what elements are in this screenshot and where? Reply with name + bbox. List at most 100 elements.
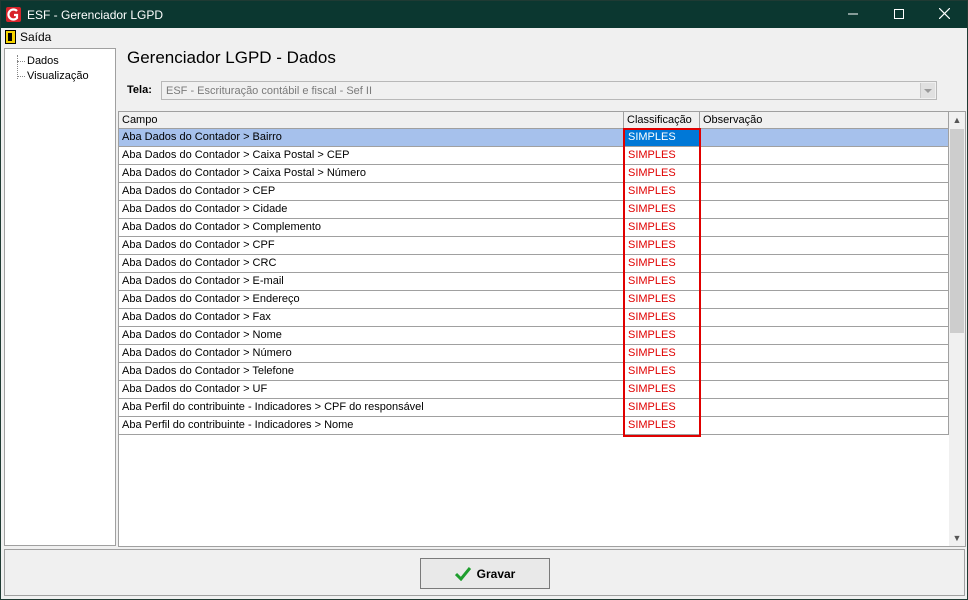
cell-observacao[interactable] bbox=[700, 345, 949, 362]
cell-campo[interactable]: Aba Dados do Contador > CEP bbox=[119, 183, 624, 200]
cell-campo[interactable]: Aba Dados do Contador > Número bbox=[119, 345, 624, 362]
data-grid: Campo Classificação Observação Aba Dados… bbox=[118, 111, 966, 547]
column-header-observacao[interactable]: Observação bbox=[700, 112, 949, 128]
cell-classificacao[interactable]: SIMPLES bbox=[624, 399, 700, 416]
menu-item-exit-label: Saída bbox=[20, 30, 52, 44]
cell-campo[interactable]: Aba Perfil do contribuinte - Indicadores… bbox=[119, 417, 624, 434]
cell-classificacao[interactable]: SIMPLES bbox=[624, 219, 700, 236]
cell-classificacao[interactable]: SIMPLES bbox=[624, 183, 700, 200]
cell-observacao[interactable] bbox=[700, 309, 949, 326]
menu-item-exit[interactable]: Saída bbox=[5, 29, 51, 45]
chevron-down-icon[interactable] bbox=[920, 83, 935, 98]
cell-classificacao[interactable]: SIMPLES bbox=[624, 237, 700, 254]
cell-classificacao[interactable]: SIMPLES bbox=[624, 147, 700, 164]
cell-classificacao[interactable]: SIMPLES bbox=[624, 417, 700, 434]
column-header-campo[interactable]: Campo bbox=[119, 112, 624, 128]
cell-campo[interactable]: Aba Dados do Contador > Caixa Postal > N… bbox=[119, 165, 624, 182]
cell-classificacao[interactable]: SIMPLES bbox=[624, 273, 700, 290]
exit-door-icon bbox=[5, 30, 16, 44]
table-row[interactable]: Aba Dados do Contador > Endereço SIMPLES bbox=[119, 291, 949, 309]
cell-classificacao[interactable]: SIMPLES bbox=[624, 345, 700, 362]
menu-bar: Saída bbox=[1, 28, 967, 46]
cell-observacao[interactable] bbox=[700, 381, 949, 398]
cell-observacao[interactable] bbox=[700, 201, 949, 218]
tree-item-visualizacao[interactable]: Visualização bbox=[17, 70, 89, 82]
cell-observacao[interactable] bbox=[700, 399, 949, 416]
cell-classificacao[interactable]: SIMPLES bbox=[624, 381, 700, 398]
table-row[interactable]: Aba Dados do Contador > Bairro SIMPLES bbox=[119, 129, 949, 147]
table-row[interactable]: Aba Dados do Contador > Caixa Postal > C… bbox=[119, 147, 949, 165]
window-title: ESF - Gerenciador LGPD bbox=[27, 8, 164, 22]
cell-campo[interactable]: Aba Dados do Contador > CRC bbox=[119, 255, 624, 272]
table-row[interactable]: Aba Dados do Contador > Caixa Postal > N… bbox=[119, 165, 949, 183]
cell-observacao[interactable] bbox=[700, 273, 949, 290]
cell-classificacao[interactable]: SIMPLES bbox=[624, 309, 700, 326]
cell-observacao[interactable] bbox=[700, 129, 949, 146]
table-row[interactable]: Aba Dados do Contador > CEP SIMPLES bbox=[119, 183, 949, 201]
maximize-icon bbox=[894, 9, 904, 19]
cell-observacao[interactable] bbox=[700, 147, 949, 164]
title-bar: ESF - Gerenciador LGPD bbox=[1, 1, 967, 28]
scroll-up-icon[interactable]: ▲ bbox=[949, 112, 965, 128]
cell-observacao[interactable] bbox=[700, 237, 949, 254]
cell-classificacao[interactable]: SIMPLES bbox=[624, 291, 700, 308]
cell-campo[interactable]: Aba Dados do Contador > Caixa Postal > C… bbox=[119, 147, 624, 164]
cell-observacao[interactable] bbox=[700, 327, 949, 344]
cell-observacao[interactable] bbox=[700, 255, 949, 272]
scroll-thumb[interactable] bbox=[950, 129, 964, 333]
table-row[interactable]: Aba Dados do Contador > UF SIMPLES bbox=[119, 381, 949, 399]
table-row[interactable]: Aba Dados do Contador > CRC SIMPLES bbox=[119, 255, 949, 273]
cell-campo[interactable]: Aba Perfil do contribuinte - Indicadores… bbox=[119, 399, 624, 416]
minimize-icon bbox=[848, 13, 858, 15]
cell-observacao[interactable] bbox=[700, 363, 949, 380]
table-row[interactable]: Aba Dados do Contador > Número SIMPLES bbox=[119, 345, 949, 363]
cell-observacao[interactable] bbox=[700, 291, 949, 308]
app-logo-icon bbox=[6, 7, 21, 22]
table-row[interactable]: Aba Dados do Contador > CPF SIMPLES bbox=[119, 237, 949, 255]
cell-campo[interactable]: Aba Dados do Contador > Cidade bbox=[119, 201, 624, 218]
minimize-button[interactable] bbox=[830, 1, 876, 28]
maximize-button[interactable] bbox=[876, 1, 922, 28]
cell-classificacao[interactable]: SIMPLES bbox=[624, 363, 700, 380]
table-row[interactable]: Aba Dados do Contador > E-mail SIMPLES bbox=[119, 273, 949, 291]
cell-campo[interactable]: Aba Dados do Contador > E-mail bbox=[119, 273, 624, 290]
cell-campo[interactable]: Aba Dados do Contador > Endereço bbox=[119, 291, 624, 308]
tela-label: Tela: bbox=[127, 84, 152, 96]
table-row[interactable]: Aba Perfil do contribuinte - Indicadores… bbox=[119, 399, 949, 417]
table-row[interactable]: Aba Dados do Contador > Complemento SIMPL… bbox=[119, 219, 949, 237]
app-window: ESF - Gerenciador LGPD Saída Dados Visua… bbox=[0, 0, 968, 600]
page-title: Gerenciador LGPD - Dados bbox=[127, 48, 336, 67]
cell-campo[interactable]: Aba Dados do Contador > UF bbox=[119, 381, 624, 398]
save-button-label: Gravar bbox=[476, 566, 516, 581]
cell-observacao[interactable] bbox=[700, 417, 949, 434]
table-row[interactable]: Aba Dados do Contador > Telefone SIMPLES bbox=[119, 363, 949, 381]
cell-campo[interactable]: Aba Dados do Contador > CPF bbox=[119, 237, 624, 254]
cell-observacao[interactable] bbox=[700, 183, 949, 200]
table-row[interactable]: Aba Dados do Contador > Fax SIMPLES bbox=[119, 309, 949, 327]
cell-campo[interactable]: Aba Dados do Contador > Nome bbox=[119, 327, 624, 344]
vertical-scrollbar[interactable]: ▲ ▼ bbox=[949, 112, 965, 546]
table-row[interactable]: Aba Perfil do contribuinte - Indicadores… bbox=[119, 417, 949, 435]
cell-classificacao[interactable]: SIMPLES bbox=[624, 255, 700, 272]
table-row[interactable]: Aba Dados do Contador > Cidade SIMPLES bbox=[119, 201, 949, 219]
check-icon bbox=[454, 566, 471, 581]
cell-campo[interactable]: Aba Dados do Contador > Bairro bbox=[119, 129, 624, 146]
close-button[interactable] bbox=[921, 1, 967, 28]
scroll-down-icon[interactable]: ▼ bbox=[949, 530, 965, 546]
cell-classificacao[interactable]: SIMPLES bbox=[624, 201, 700, 218]
tree-item-dados[interactable]: Dados bbox=[17, 55, 59, 67]
save-button[interactable]: Gravar bbox=[420, 558, 550, 589]
cell-classificacao[interactable]: SIMPLES bbox=[624, 327, 700, 344]
cell-campo[interactable]: Aba Dados do Contador > Telefone bbox=[119, 363, 624, 380]
tela-select[interactable]: ESF - Escrituração contábil e fiscal - S… bbox=[161, 81, 937, 100]
cell-classificacao[interactable]: SIMPLES bbox=[624, 165, 700, 182]
column-header-classificacao[interactable]: Classificação bbox=[624, 112, 700, 128]
cell-campo[interactable]: Aba Dados do Contador > Fax bbox=[119, 309, 624, 326]
cell-campo[interactable]: Aba Dados do Contador > Complemento bbox=[119, 219, 624, 236]
navigation-tree: Dados Visualização bbox=[4, 48, 116, 546]
table-row[interactable]: Aba Dados do Contador > Nome SIMPLES bbox=[119, 327, 949, 345]
cell-observacao[interactable] bbox=[700, 165, 949, 182]
cell-observacao[interactable] bbox=[700, 219, 949, 236]
cell-classificacao[interactable]: SIMPLES bbox=[624, 129, 700, 146]
close-icon bbox=[938, 7, 950, 20]
